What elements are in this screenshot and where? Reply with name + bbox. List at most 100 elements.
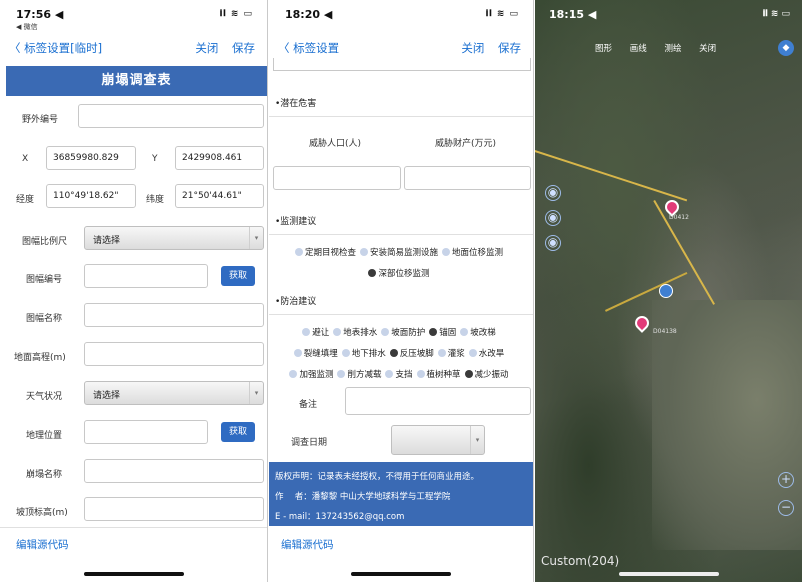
prevent-option-9[interactable]: 水改旱: [468, 346, 504, 362]
checkbox-checked-icon: [389, 349, 398, 357]
sheet-no-label: 图幅编号: [26, 275, 63, 285]
status-back-app[interactable]: ◀ 微信: [16, 22, 38, 32]
name-input[interactable]: [84, 459, 264, 483]
field-no-input[interactable]: [78, 104, 264, 128]
lat-input[interactable]: 21°50'44.61": [175, 184, 264, 208]
location-input[interactable]: [84, 420, 208, 444]
monitor-option-1[interactable]: 安装简易监测设施: [359, 245, 438, 261]
form-title: 崩塌调查表: [6, 66, 267, 96]
get-sheet-no-button[interactable]: 获取: [221, 266, 255, 286]
checkbox-icon: [442, 248, 450, 256]
prevent-option-4[interactable]: 坡改梯: [460, 325, 496, 341]
status-icons: 𝐢𝐥 ≋ ▭: [485, 9, 519, 19]
prevent-option-6[interactable]: 地下排水: [341, 346, 386, 362]
home-indicator[interactable]: [351, 572, 451, 576]
checkbox-icon: [359, 248, 368, 256]
chevron-down-icon: ▾: [249, 382, 263, 404]
threat-population-input[interactable]: [273, 166, 401, 190]
prevent-option-11[interactable]: 削方减载: [337, 367, 381, 383]
zoom-out-button[interactable]: −: [778, 500, 794, 516]
marker-label: D04138: [653, 328, 677, 335]
save-button[interactable]: 保存: [498, 41, 521, 55]
tool-close[interactable]: 关闭: [699, 44, 716, 54]
checkbox-icon: [333, 328, 342, 336]
layer-icon[interactable]: ◉: [545, 235, 561, 251]
top-elev-input[interactable]: [84, 497, 264, 521]
prevent-option-5[interactable]: 裂缝填埋: [293, 346, 338, 362]
remark-label: 备注: [299, 400, 318, 410]
divider: [269, 116, 533, 117]
save-button[interactable]: 保存: [232, 41, 255, 55]
monitor-option-2[interactable]: 地面位移监测: [442, 245, 503, 261]
checkbox-icon: [337, 370, 346, 378]
scrolled-field-edge[interactable]: [273, 58, 531, 71]
home-indicator[interactable]: [84, 572, 184, 576]
checkbox-icon: [437, 349, 446, 357]
name-label: 崩塌名称: [26, 470, 63, 480]
layer-icon[interactable]: ◉: [545, 210, 561, 226]
prevent-option-12[interactable]: 支挡: [385, 367, 413, 383]
remark-input[interactable]: [345, 387, 531, 415]
monitor-option-3[interactable]: 深部位移监测: [368, 266, 430, 282]
back-button[interactable]: 〈 标签设置[临时]: [9, 40, 102, 56]
edit-source-link[interactable]: 编辑源代码: [16, 537, 69, 552]
chevron-down-icon: ▾: [249, 227, 263, 249]
threat-population-header: 威胁人口(人): [309, 139, 362, 149]
tool-survey[interactable]: 测绘: [664, 44, 681, 54]
compass-icon[interactable]: ◆: [778, 40, 794, 56]
y-input[interactable]: 2429908.461: [175, 146, 264, 170]
top-elev-label: 坡顶标高(m): [16, 508, 68, 518]
tool-draw-line[interactable]: 画线: [630, 44, 647, 54]
status-bar: 17:56 ◀ ◀ 微信 𝐢𝐥 ≋ ▭: [0, 0, 267, 34]
prevent-option-13[interactable]: 植树种草: [416, 367, 461, 383]
prevent-option-2[interactable]: 坡面防护: [381, 325, 425, 341]
home-indicator[interactable]: [619, 572, 719, 576]
prevent-option-10[interactable]: 加强监测: [289, 367, 333, 383]
checkbox-icon: [293, 349, 302, 357]
close-button[interactable]: 关闭: [195, 41, 218, 55]
checkbox-icon: [381, 328, 390, 336]
prevent-option-1[interactable]: 地表排水: [333, 325, 377, 341]
back-button[interactable]: 〈 标签设置: [278, 40, 339, 56]
prevent-option-3[interactable]: 锚固: [429, 325, 456, 341]
chevron-down-icon: ▾: [470, 426, 484, 454]
sheet-no-input[interactable]: [84, 264, 208, 288]
map-toolbar: 图形 画线 测绘 关闭: [595, 42, 731, 54]
prevent-option-14[interactable]: 减少振动: [464, 367, 509, 383]
scale-select[interactable]: 请选择 ▾: [84, 226, 264, 250]
status-time: 18:15 ◀: [549, 8, 597, 21]
phone-collapse-form: 17:56 ◀ ◀ 微信 𝐢𝐥 ≋ ▭ 〈 标签设置[临时] 关闭 保存 崩塌调…: [0, 0, 268, 582]
divider: [269, 234, 533, 235]
location-label: 地理位置: [26, 431, 63, 441]
checkbox-icon: [460, 328, 469, 336]
my-location-icon[interactable]: [659, 284, 673, 298]
sheet-name-input[interactable]: [84, 303, 264, 327]
prevent-option-7[interactable]: 反压坡脚: [389, 346, 434, 362]
divider: [0, 527, 267, 528]
lon-input[interactable]: 110°49'18.62": [46, 184, 136, 208]
checkbox-icon: [289, 370, 298, 378]
monitor-section-title: •监测建议: [275, 217, 317, 227]
survey-date-picker[interactable]: ▾: [391, 425, 485, 455]
checkbox-icon: [385, 370, 394, 378]
x-label: X: [22, 154, 29, 164]
x-input[interactable]: 36859980.829: [46, 146, 136, 170]
monitor-option-0[interactable]: 定期目视检查: [294, 245, 356, 261]
lon-label: 经度: [16, 195, 35, 205]
monitor-options: 定期目视检查 安装简易监测设施 地面位移监测 深部位移监测: [269, 240, 533, 282]
copyright-email[interactable]: E - mail：137243562@qq.com: [275, 507, 527, 527]
close-button[interactable]: 关闭: [461, 41, 484, 55]
tool-shape[interactable]: 图形: [595, 44, 612, 54]
threat-property-input[interactable]: [404, 166, 531, 190]
elevation-input[interactable]: [84, 342, 264, 366]
weather-select[interactable]: 请选择 ▾: [84, 381, 264, 405]
layer-icon[interactable]: ◉: [545, 185, 561, 201]
map-layer-watermark: Custom(204): [541, 554, 620, 568]
get-location-button[interactable]: 获取: [221, 422, 255, 442]
checkbox-checked-icon: [464, 370, 473, 378]
zoom-in-button[interactable]: +: [778, 472, 794, 488]
scale-select-value: 请选择: [93, 236, 121, 246]
prevent-option-0[interactable]: 避让: [302, 325, 329, 341]
prevent-option-8[interactable]: 灌浆: [437, 346, 465, 362]
edit-source-link[interactable]: 编辑源代码: [281, 537, 334, 552]
